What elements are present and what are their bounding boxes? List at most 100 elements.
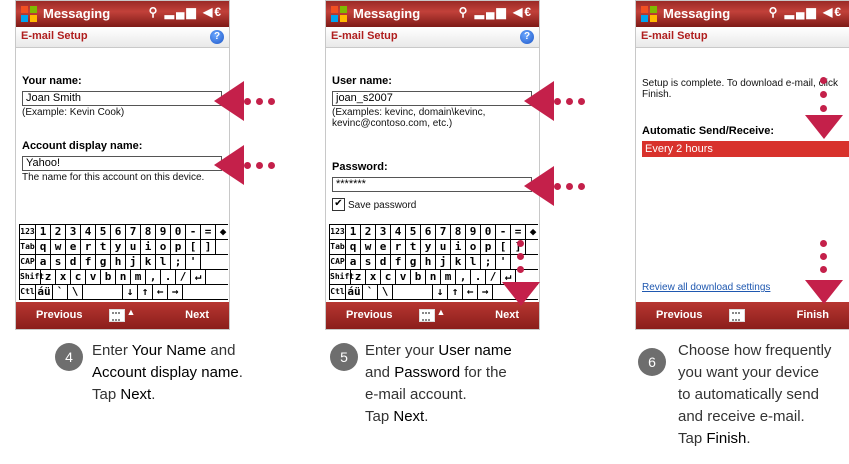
automatic-send-receive-select[interactable]: Every 2 hours bbox=[642, 141, 849, 157]
account-display-name-input[interactable]: Yahoo! bbox=[22, 156, 222, 171]
keyboard-key[interactable]: ↑ bbox=[448, 285, 463, 300]
keyboard-key[interactable]: ↵ bbox=[191, 270, 206, 285]
keyboard-key[interactable]: CAP bbox=[19, 255, 36, 270]
windows-start-icon[interactable] bbox=[330, 5, 348, 23]
keyboard-key[interactable]: j bbox=[436, 255, 451, 270]
keyboard-key[interactable]: l bbox=[156, 255, 171, 270]
keyboard-key[interactable]: 8 bbox=[141, 225, 156, 240]
password-input[interactable]: ******* bbox=[332, 177, 532, 192]
keyboard-key[interactable]: / bbox=[176, 270, 191, 285]
keyboard-key[interactable]: ← bbox=[153, 285, 168, 300]
previous-button[interactable]: Previous bbox=[36, 309, 82, 321]
keyboard-key[interactable]: Ctl bbox=[329, 285, 346, 300]
keyboard-key[interactable]: u bbox=[126, 240, 141, 255]
keyboard-key[interactable]: g bbox=[406, 255, 421, 270]
keyboard-key[interactable]: x bbox=[366, 270, 381, 285]
keyboard-key[interactable]: 2 bbox=[51, 225, 66, 240]
finish-button[interactable]: Finish bbox=[797, 309, 829, 321]
keyboard-key[interactable]: 9 bbox=[156, 225, 171, 240]
keyboard-key[interactable]: \ bbox=[378, 285, 393, 300]
keyboard-icon[interactable] bbox=[108, 309, 125, 322]
keyboard-key[interactable]: 7 bbox=[126, 225, 141, 240]
keyboard-key[interactable]: → bbox=[478, 285, 493, 300]
keyboard-key[interactable]: / bbox=[486, 270, 501, 285]
keyboard-key[interactable]: v bbox=[396, 270, 411, 285]
keyboard-key[interactable]: t bbox=[406, 240, 421, 255]
keyboard-key[interactable]: n bbox=[426, 270, 441, 285]
previous-button[interactable]: Previous bbox=[346, 309, 392, 321]
keyboard-key[interactable]: Tab bbox=[329, 240, 346, 255]
keyboard-key[interactable]: 0 bbox=[481, 225, 496, 240]
caret-up-icon[interactable]: ▲ bbox=[437, 307, 446, 317]
keyboard-key[interactable]: s bbox=[361, 255, 376, 270]
keyboard-key[interactable]: v bbox=[86, 270, 101, 285]
keyboard-key[interactable]: e bbox=[376, 240, 391, 255]
keyboard-key[interactable]: h bbox=[421, 255, 436, 270]
keyboard-key[interactable]: c bbox=[71, 270, 86, 285]
keyboard-key[interactable] bbox=[393, 285, 433, 300]
keyboard-key[interactable]: 123 bbox=[19, 225, 36, 240]
keyboard-key[interactable]: , bbox=[456, 270, 471, 285]
keyboard-key[interactable]: [ bbox=[186, 240, 201, 255]
keyboard-icon[interactable] bbox=[418, 309, 435, 322]
keyboard-key[interactable]: ] bbox=[201, 240, 216, 255]
keyboard-key[interactable]: ; bbox=[481, 255, 496, 270]
keyboard-key[interactable]: b bbox=[411, 270, 426, 285]
review-download-settings-link[interactable]: Review all download settings bbox=[642, 282, 770, 293]
windows-start-icon[interactable] bbox=[640, 5, 658, 23]
user-name-input[interactable]: joan_s2007 bbox=[332, 91, 532, 106]
keyboard-key[interactable]: u bbox=[436, 240, 451, 255]
keyboard-key[interactable]: q bbox=[346, 240, 361, 255]
caret-up-icon[interactable]: ▲ bbox=[127, 307, 136, 317]
next-button[interactable]: Next bbox=[495, 309, 519, 321]
keyboard-key[interactable]: ` bbox=[53, 285, 68, 300]
keyboard-key[interactable]: Shift bbox=[19, 270, 44, 285]
keyboard-key[interactable]: d bbox=[376, 255, 391, 270]
keyboard-key[interactable]: z bbox=[41, 270, 56, 285]
keyboard-key[interactable]: ` bbox=[363, 285, 378, 300]
keyboard-key[interactable]: ' bbox=[186, 255, 201, 270]
keyboard-key[interactable]: . bbox=[471, 270, 486, 285]
keyboard-key[interactable]: = bbox=[511, 225, 526, 240]
windows-start-icon[interactable] bbox=[20, 5, 38, 23]
keyboard-key[interactable]: a bbox=[346, 255, 361, 270]
keyboard-key[interactable]: [ bbox=[496, 240, 511, 255]
keyboard-key[interactable]: x bbox=[56, 270, 71, 285]
your-name-input[interactable]: Joan Smith bbox=[22, 91, 222, 106]
keyboard-key[interactable]: = bbox=[201, 225, 216, 240]
help-icon[interactable]: ? bbox=[520, 30, 534, 44]
keyboard-key[interactable]: r bbox=[81, 240, 96, 255]
keyboard-key[interactable]: m bbox=[441, 270, 456, 285]
keyboard-key[interactable]: h bbox=[111, 255, 126, 270]
keyboard-key[interactable]: 7 bbox=[436, 225, 451, 240]
keyboard-key[interactable]: ◆ bbox=[216, 225, 229, 240]
keyboard-key[interactable]: 5 bbox=[96, 225, 111, 240]
keyboard-key[interactable]: ← bbox=[463, 285, 478, 300]
keyboard-key[interactable]: p bbox=[481, 240, 496, 255]
keyboard-key[interactable]: 6 bbox=[111, 225, 126, 240]
next-button[interactable]: Next bbox=[185, 309, 209, 321]
keyboard-key[interactable]: f bbox=[81, 255, 96, 270]
keyboard-key[interactable]: o bbox=[156, 240, 171, 255]
keyboard-key[interactable]: k bbox=[141, 255, 156, 270]
keyboard-key[interactable]: 123 bbox=[329, 225, 346, 240]
help-icon[interactable]: ? bbox=[210, 30, 224, 44]
keyboard-key[interactable]: 3 bbox=[376, 225, 391, 240]
keyboard-key[interactable]: ↑ bbox=[138, 285, 153, 300]
keyboard-key[interactable]: o bbox=[466, 240, 481, 255]
keyboard-key[interactable]: p bbox=[171, 240, 186, 255]
keyboard-key[interactable]: b bbox=[101, 270, 116, 285]
keyboard-key[interactable] bbox=[83, 285, 123, 300]
keyboard-key[interactable]: z bbox=[351, 270, 366, 285]
keyboard-key[interactable]: 1 bbox=[346, 225, 361, 240]
keyboard-key[interactable]: e bbox=[66, 240, 81, 255]
keyboard-key[interactable]: i bbox=[451, 240, 466, 255]
keyboard-key[interactable]: m bbox=[131, 270, 146, 285]
keyboard-key[interactable]: . bbox=[161, 270, 176, 285]
keyboard-key[interactable]: ↓ bbox=[433, 285, 448, 300]
keyboard-key[interactable]: g bbox=[96, 255, 111, 270]
keyboard-key[interactable]: - bbox=[186, 225, 201, 240]
keyboard-key[interactable]: , bbox=[146, 270, 161, 285]
keyboard-key[interactable]: áü bbox=[36, 285, 53, 300]
keyboard-key[interactable]: 5 bbox=[406, 225, 421, 240]
